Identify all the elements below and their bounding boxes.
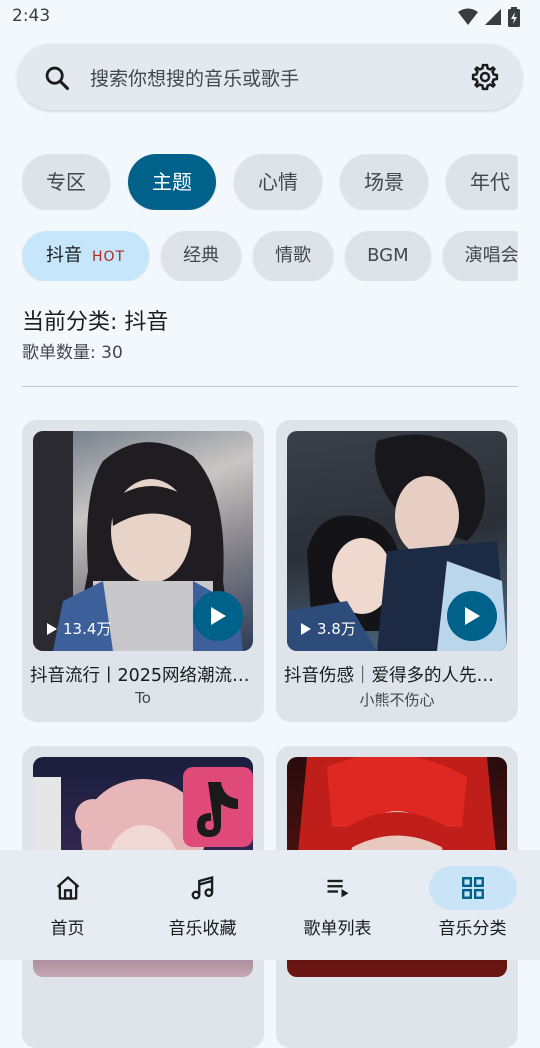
tab-zone[interactable]: 专区 <box>22 154 110 210</box>
status-bar: 2:43 <box>0 0 540 34</box>
play-count-value: 13.4万 <box>63 620 112 638</box>
play-small-icon <box>301 622 311 635</box>
play-icon <box>211 607 226 625</box>
divider <box>22 386 518 387</box>
status-icons <box>458 7 520 27</box>
home-icon <box>56 876 79 900</box>
subtab-label: 抖音 <box>46 245 82 266</box>
subtab-love-songs[interactable]: 情歌 <box>253 231 334 281</box>
category-count: 歌单数量: 30 <box>22 343 123 363</box>
nav-favorites[interactable]: 音乐收藏 <box>135 850 270 960</box>
play-icon <box>465 607 480 625</box>
playlist-card[interactable]: 13.4万 抖音流行丨2025网络潮流热歌 To <box>22 420 264 722</box>
play-count-value: 3.8万 <box>317 620 356 638</box>
status-time: 2:43 <box>12 6 51 26</box>
playlist-card[interactable]: 3.8万 抖音伤感｜爱得多的人先离开 小熊不伤心 <box>276 420 518 722</box>
gear-icon[interactable] <box>470 62 500 92</box>
signal-icon <box>485 9 501 25</box>
wifi-icon <box>458 8 478 25</box>
nav-label: 歌单列表 <box>303 919 372 939</box>
play-count: 3.8万 <box>301 618 356 639</box>
subtab-bgm[interactable]: BGM <box>345 231 431 281</box>
nav-home[interactable]: 首页 <box>0 850 135 960</box>
nav-label: 音乐收藏 <box>168 919 237 939</box>
search-icon <box>45 66 70 91</box>
subtab-concert[interactable]: 演唱会 <box>442 231 518 281</box>
nav-label: 首页 <box>50 919 85 939</box>
music-note-icon <box>191 875 213 900</box>
playlist-cover: 3.8万 <box>287 431 507 651</box>
tab-mood[interactable]: 心情 <box>234 154 322 210</box>
hot-badge: HOT <box>92 249 126 265</box>
play-button[interactable] <box>193 591 243 641</box>
bottom-navigation: 首页 音乐收藏 歌单列表 音乐分类 <box>0 850 540 960</box>
search-bar[interactable]: 搜索你想搜的音乐或歌手 <box>18 44 522 110</box>
nav-icon-container <box>294 866 382 910</box>
play-button[interactable] <box>447 591 497 641</box>
playlist-title: 抖音流行丨2025网络潮流热歌 <box>30 666 256 686</box>
nav-label: 音乐分类 <box>438 919 507 939</box>
nav-icon-container <box>159 866 247 910</box>
playlist-author: 小熊不伤心 <box>359 691 435 709</box>
tab-theme[interactable]: 主题 <box>128 154 216 210</box>
search-input[interactable]: 搜索你想搜的音乐或歌手 <box>90 64 299 91</box>
sub-tabs: 抖音 HOT 经典 情歌 BGM 演唱会 <box>22 231 518 281</box>
nav-playlists[interactable]: 歌单列表 <box>270 850 405 960</box>
subtab-douyin[interactable]: 抖音 HOT <box>22 231 150 281</box>
category-title: 当前分类: 抖音 <box>22 310 169 335</box>
nav-icon-container <box>24 866 112 910</box>
playlist-title: 抖音伤感｜爱得多的人先离开 <box>284 666 510 686</box>
tab-scene[interactable]: 场景 <box>340 154 428 210</box>
primary-tabs: 专区 主题 心情 场景 年代 <box>22 154 518 210</box>
playlist-icon <box>327 879 348 898</box>
nav-categories[interactable]: 音乐分类 <box>405 850 540 960</box>
playlist-author: To <box>135 689 151 707</box>
play-count: 13.4万 <box>47 618 111 639</box>
play-small-icon <box>47 622 57 635</box>
grid-icon <box>461 877 484 899</box>
tab-era[interactable]: 年代 <box>446 154 518 210</box>
battery-icon <box>508 7 520 27</box>
nav-icon-container <box>428 866 517 910</box>
subtab-classic[interactable]: 经典 <box>161 231 242 281</box>
playlist-cover: 13.4万 <box>33 431 253 651</box>
